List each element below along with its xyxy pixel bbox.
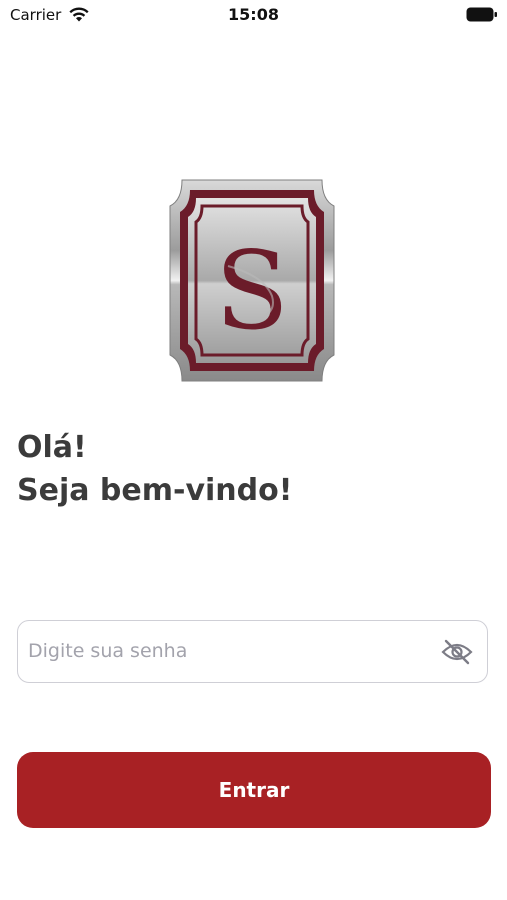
greeting-line-2: Seja bem-vindo! (17, 473, 293, 508)
battery-icon (466, 7, 497, 22)
password-field (17, 620, 488, 683)
login-screen: Carrier 15:08 S Olá! Seja bem-vindo! Ent… (0, 0, 507, 900)
shield-s-logo: S (169, 179, 335, 382)
password-input[interactable] (18, 621, 428, 681)
clock: 15:08 (228, 5, 279, 24)
logo-letter: S (215, 229, 289, 354)
login-button[interactable]: Entrar (17, 752, 491, 828)
greeting-line-1: Olá! (17, 430, 87, 465)
welcome-heading: Olá! Seja bem-vindo! (17, 426, 292, 512)
eye-off-icon[interactable] (441, 638, 473, 666)
status-bar: Carrier 15:08 (0, 0, 507, 30)
